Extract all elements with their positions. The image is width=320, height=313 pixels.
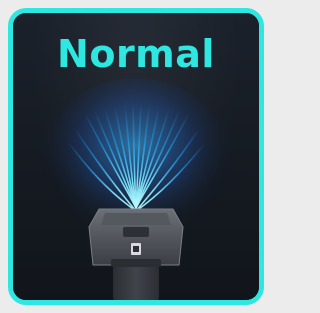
- mode-card-normal[interactable]: Normal: [8, 8, 264, 305]
- vacuum-head: [88, 208, 184, 300]
- mode-title: Normal: [57, 32, 215, 76]
